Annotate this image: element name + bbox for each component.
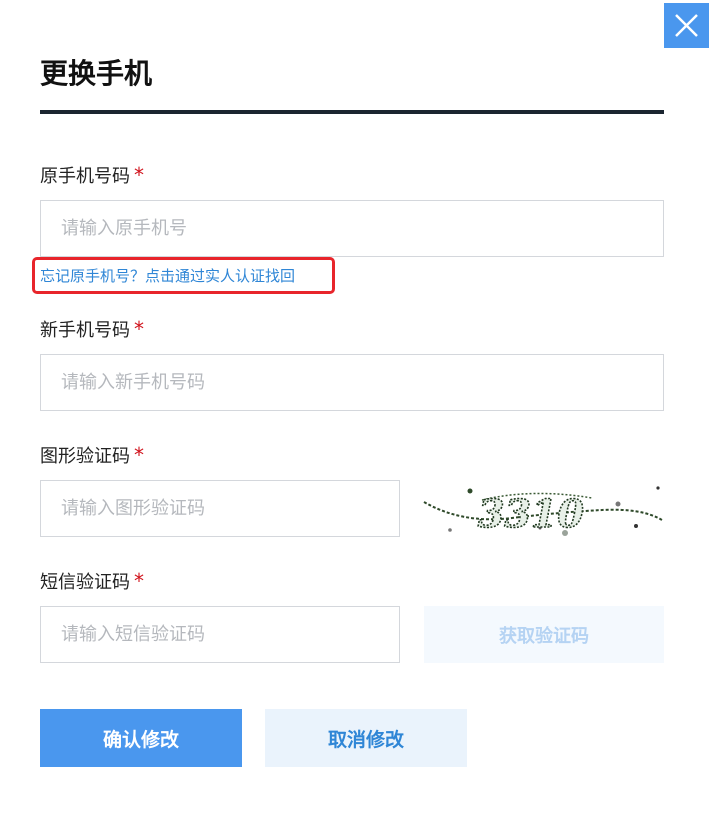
dialog-title: 更换手机	[40, 57, 153, 90]
sms-code-label-text: 短信验证码	[40, 572, 130, 593]
captcha-graphic: 3310	[423, 486, 663, 537]
required-mark: *	[134, 163, 144, 187]
old-phone-label: 原手机号码 *	[40, 162, 144, 190]
change-phone-dialog: 更换手机 原手机号码* 忘记原手机号？点击通过实人认证找回 新手机号码* 图形验…	[0, 0, 713, 816]
image-code-label-text: 图形验证码	[40, 446, 130, 467]
get-sms-code-button[interactable]: 获取验证码	[424, 606, 664, 663]
captcha-image[interactable]: 3310	[422, 480, 664, 537]
forgot-phone-link[interactable]: 忘记原手机号？点击通过实人认证找回	[40, 265, 295, 287]
close-button[interactable]	[664, 3, 709, 48]
image-code-label: 图形验证码 *	[40, 442, 144, 470]
confirm-button[interactable]: 确认修改	[40, 709, 242, 767]
title-divider	[40, 110, 664, 114]
required-mark: *	[134, 569, 144, 593]
close-icon	[675, 14, 698, 37]
sms-code-label: 短信验证码 *	[40, 568, 144, 596]
required-mark: *	[134, 443, 144, 467]
new-phone-label: 新手机号码 *	[40, 316, 144, 344]
new-phone-label-text: 新手机号码	[40, 320, 130, 341]
image-code-input[interactable]	[40, 480, 400, 537]
required-mark: *	[134, 317, 144, 341]
old-phone-label-text: 原手机号码	[40, 166, 130, 187]
old-phone-input[interactable]	[40, 200, 664, 257]
cancel-button[interactable]: 取消修改	[265, 709, 467, 767]
captcha-text: 3310	[478, 491, 584, 536]
sms-code-input[interactable]	[40, 606, 400, 663]
new-phone-input[interactable]	[40, 354, 664, 411]
